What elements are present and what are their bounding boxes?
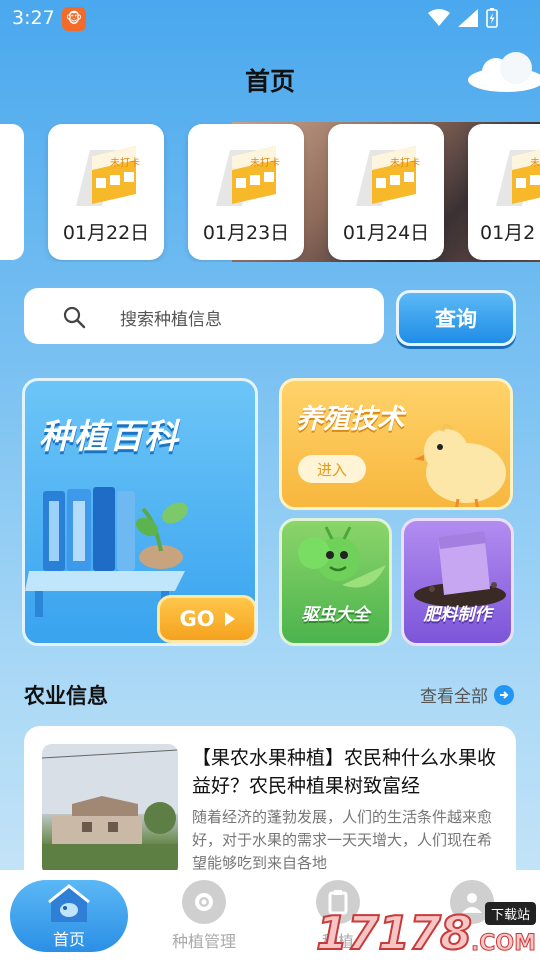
calendar-icon: 未打卡 bbox=[216, 146, 280, 206]
tab-planting-management[interactable]: 种植管理 bbox=[144, 870, 264, 960]
date-card[interactable]: 未打卡 01月22日 bbox=[48, 124, 164, 260]
caterpillar-icon bbox=[298, 526, 386, 588]
watermark: 下载站 17178 .COM bbox=[315, 900, 540, 960]
watermark-text: 17178 bbox=[315, 905, 473, 960]
date-card[interactable]: 未打卡 01月24日 bbox=[328, 124, 444, 260]
view-all-link[interactable]: 查看全部 bbox=[420, 682, 514, 707]
date-card[interactable]: 未打卡 01月2 bbox=[468, 124, 540, 260]
date-label: 01月24日 bbox=[342, 222, 430, 244]
article-card[interactable]: 【果农水果种植】农民种什么水果收益好？农民种植果树致富经 随着经济的蓬勃发展，人… bbox=[24, 726, 516, 876]
calendar-badge-text: 未打卡 bbox=[110, 156, 140, 169]
encyclopedia-card[interactable]: 种植百科 GO bbox=[22, 378, 258, 646]
tab-home-label: 首页 bbox=[52, 930, 85, 949]
calendar-badge-text: 未打卡 bbox=[390, 156, 420, 169]
date-label: 01月23日 bbox=[202, 222, 290, 244]
tab-planting-management-label: 种植管理 bbox=[171, 932, 236, 951]
calendar-icon: 未打卡 bbox=[76, 146, 140, 206]
tab-home[interactable]: 首页 bbox=[10, 880, 128, 952]
search-input[interactable]: 搜索种植信息 bbox=[24, 288, 384, 344]
watermark-suffix: .COM bbox=[470, 931, 536, 957]
house-photo bbox=[42, 744, 178, 876]
watermark-badge: 下载站 bbox=[484, 902, 536, 925]
battery-icon bbox=[486, 8, 498, 28]
pest-control-title: 驱虫大全 bbox=[301, 605, 370, 625]
pest-control-card[interactable]: 驱虫大全 bbox=[279, 518, 392, 646]
section-title: 农业信息 bbox=[24, 684, 108, 708]
article-title: 【果农水果种植】农民种什么水果收益好？农民种植果树致富经 bbox=[192, 747, 497, 797]
wifi-icon bbox=[428, 9, 450, 26]
status-time: 3:27 bbox=[12, 7, 55, 29]
date-card-partial[interactable] bbox=[0, 124, 24, 260]
chick-icon bbox=[414, 423, 506, 507]
go-label: GO bbox=[179, 607, 215, 631]
fertilizer-bag-icon bbox=[414, 531, 506, 607]
check-in-date-strip[interactable]: 未打卡 01月22日 未打卡 01月23日 未打卡 01月24日 未打 bbox=[0, 122, 540, 262]
status-indicators bbox=[428, 8, 498, 28]
play-arrow-icon bbox=[224, 612, 235, 626]
calendar-badge-text: 未打卡 bbox=[530, 156, 540, 169]
search-icon bbox=[63, 306, 86, 329]
article-excerpt: 随着经济的蓬勃发展，人们的生活条件越来愈好，对于水果的需求一天天增大，人们现在希… bbox=[192, 808, 493, 872]
date-card[interactable]: 未打卡 01月23日 bbox=[188, 124, 304, 260]
status-bar: 3:27 🐵 bbox=[0, 0, 540, 36]
calendar-icon: 未打卡 bbox=[356, 146, 420, 206]
view-all-label: 查看全部 bbox=[420, 687, 488, 707]
page-title: 首页 bbox=[244, 67, 295, 96]
home-icon bbox=[48, 884, 90, 922]
gear-icon bbox=[182, 880, 226, 924]
calendar-icon: 未打卡 bbox=[496, 149, 540, 206]
arrow-right-icon bbox=[494, 684, 514, 705]
encyclopedia-title: 种植百科 bbox=[39, 417, 179, 457]
calendar-badge-text: 未打卡 bbox=[250, 156, 280, 169]
breeding-card[interactable]: 养殖技术 进入 bbox=[279, 378, 513, 510]
app-notification-icon: 🐵 bbox=[62, 7, 86, 31]
article-thumbnail bbox=[42, 744, 178, 876]
fertilizer-card[interactable]: 肥料制作 bbox=[401, 518, 514, 646]
enter-button[interactable]: 进入 bbox=[298, 455, 366, 483]
breeding-title: 养殖技术 bbox=[296, 404, 404, 435]
date-label: 01月2 bbox=[480, 222, 536, 244]
query-button[interactable]: 查询 bbox=[396, 290, 516, 346]
search-placeholder: 搜索种植信息 bbox=[120, 310, 222, 330]
date-label: 01月22日 bbox=[62, 222, 150, 244]
go-button[interactable]: GO bbox=[157, 595, 255, 643]
signal-icon bbox=[458, 9, 478, 27]
fertilizer-title: 肥料制作 bbox=[423, 605, 492, 625]
